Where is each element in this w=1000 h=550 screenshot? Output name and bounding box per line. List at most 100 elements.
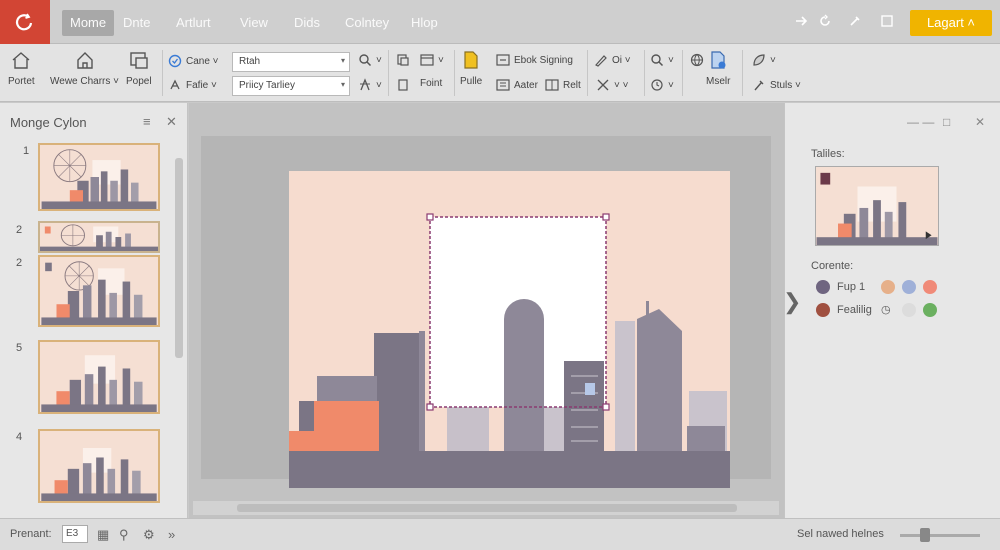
paste-button[interactable]: Portet	[8, 50, 35, 87]
color-swatch[interactable]	[816, 303, 830, 317]
slide-thumbnail[interactable]	[38, 221, 160, 253]
meetr-button[interactable]: Mselr	[706, 50, 730, 87]
view-charts-button[interactable]: Wewe Charrs ˅	[50, 50, 119, 87]
close-icon[interactable]: ✕	[166, 114, 177, 130]
house-icon	[74, 50, 96, 70]
more-icon[interactable]: — —	[907, 115, 934, 129]
status-bar: Prenant: E3 ▦ ⚲ ⚙ » Sel nawed helnes	[0, 518, 1000, 550]
find-button[interactable]: ˅	[650, 53, 674, 67]
ribbon-separator	[644, 50, 645, 96]
canvas-horizontal-scrollbar[interactable]	[193, 501, 779, 515]
start-button[interactable]: Lagart ˄	[910, 10, 992, 36]
chevron-right-icon[interactable]: ❯	[783, 289, 801, 315]
window-icon[interactable]	[879, 13, 895, 29]
text-effects-button[interactable]: ˅	[358, 78, 382, 92]
book-signing-button[interactable]: Ebok Signing	[496, 53, 573, 67]
fafie-label: Fafie ˅	[186, 79, 217, 91]
copy-button[interactable]	[396, 53, 410, 67]
chevron-down-icon: ˅ ˅	[614, 79, 629, 91]
slide-editor-canvas	[189, 103, 784, 518]
slide-thumbnail[interactable]	[38, 255, 160, 327]
stuls-dropdown[interactable]: Stuls ˅	[752, 78, 801, 92]
tab-home[interactable]: Mome	[62, 10, 115, 36]
cane-dropdown[interactable]: Cane ˅	[168, 54, 219, 68]
app-menu-button[interactable]	[0, 0, 50, 44]
pulle-button[interactable]: Pulle	[460, 50, 482, 87]
ribbon-commands: Portet Wewe Charrs ˅ Popel Cane ˅ Fafie …	[0, 44, 1000, 102]
cane-label: Cane ˅	[186, 55, 219, 67]
chevron-down-icon: ˅	[438, 54, 444, 66]
ribbon-separator	[388, 50, 389, 96]
color-swatch[interactable]	[923, 280, 937, 294]
colors-label: Corente:	[811, 260, 854, 272]
color-swatch[interactable]	[923, 303, 937, 317]
color-swatch[interactable]	[881, 280, 895, 294]
rest-button[interactable]: Relt	[545, 78, 581, 92]
brush-icon	[752, 78, 766, 92]
swatch-label: Fealilig	[837, 304, 872, 316]
tab-colntey[interactable]: Colntey	[337, 10, 397, 36]
search-button[interactable]: ˅	[358, 53, 382, 67]
style-input[interactable]: Priicy Tarliey ▾	[232, 76, 350, 96]
share-icon[interactable]	[793, 13, 809, 29]
current-slide[interactable]	[289, 171, 730, 488]
tab-dnte[interactable]: Dnte	[115, 10, 158, 36]
slide-thumbnail[interactable]	[38, 429, 160, 503]
font-name-input[interactable]: Rtah ▾	[232, 52, 350, 72]
slide-thumbnail[interactable]	[38, 340, 160, 414]
globe-button[interactable]	[690, 53, 704, 67]
layout-preview[interactable]	[815, 166, 939, 246]
fafie-dropdown[interactable]: Fafie ˅	[168, 78, 217, 92]
popel-button[interactable]: Popel	[126, 50, 152, 87]
app-logo-icon	[15, 13, 33, 31]
after-icon	[496, 78, 510, 92]
tools-dropdown[interactable]: ˅ ˅	[596, 78, 628, 92]
search-icon[interactable]: ⚲	[119, 527, 133, 542]
slide-number: 2	[16, 257, 23, 269]
close-icon[interactable]: ✕	[975, 115, 985, 129]
zoom-input[interactable]: E3	[62, 525, 88, 543]
grid-icon[interactable]: ▦	[97, 527, 111, 542]
ribbon-separator	[454, 50, 455, 96]
tab-help[interactable]: Hlop	[403, 10, 446, 36]
edit-icon[interactable]	[847, 13, 863, 29]
color-swatch[interactable]	[902, 280, 916, 294]
slide-thumbnail[interactable]	[38, 143, 160, 211]
slide-number: 1	[23, 145, 30, 157]
scrollbar-thumb[interactable]	[237, 504, 737, 512]
font-label: Foint	[420, 78, 443, 89]
after-label: Aater	[514, 79, 538, 91]
chevron-right-icon[interactable]: »	[168, 527, 182, 542]
after-button[interactable]: Aater	[496, 78, 538, 92]
copy-icon	[396, 53, 410, 67]
popel-label: Popel	[126, 76, 152, 87]
options-button[interactable]: ˅	[650, 78, 674, 92]
ribbon-separator	[742, 50, 743, 96]
slide-number: 2	[16, 224, 23, 236]
tab-view[interactable]: View	[232, 10, 276, 36]
format-side-panel: ❯ — — □ ✕ Taliles: Corente: Fup 1 Fealil…	[783, 103, 1000, 518]
zoom-slider-knob[interactable]	[920, 528, 930, 542]
doc-edit-icon	[707, 50, 729, 70]
zoom-slider-track[interactable]	[900, 534, 980, 537]
tab-artlurt[interactable]: Artlurt	[168, 10, 219, 36]
font-button[interactable]: Foint	[420, 78, 442, 89]
style-picker[interactable]: ˅	[752, 53, 776, 67]
chevron-down-icon: ˅	[770, 54, 776, 66]
fill-button[interactable]	[396, 78, 410, 92]
color-picker-icon[interactable]: ◷	[881, 303, 891, 316]
color-swatch[interactable]	[902, 303, 916, 317]
thumbnail-scrollbar[interactable]	[175, 158, 183, 358]
color-swatch[interactable]	[816, 280, 830, 294]
search-icon	[650, 53, 664, 67]
settings-icon[interactable]: ⚙	[143, 527, 157, 542]
home-icon	[10, 50, 32, 70]
fill-icon	[396, 78, 410, 92]
document-icon[interactable]: □	[943, 115, 950, 129]
oi-dropdown[interactable]: Oi ˅	[594, 53, 631, 67]
style-value: Priicy Tarliey	[239, 80, 295, 91]
refresh-icon[interactable]	[817, 13, 833, 29]
pin-icon[interactable]: ≡	[143, 114, 151, 129]
layout-button[interactable]: ˅	[420, 53, 444, 67]
tab-dids[interactable]: Dids	[286, 10, 328, 36]
